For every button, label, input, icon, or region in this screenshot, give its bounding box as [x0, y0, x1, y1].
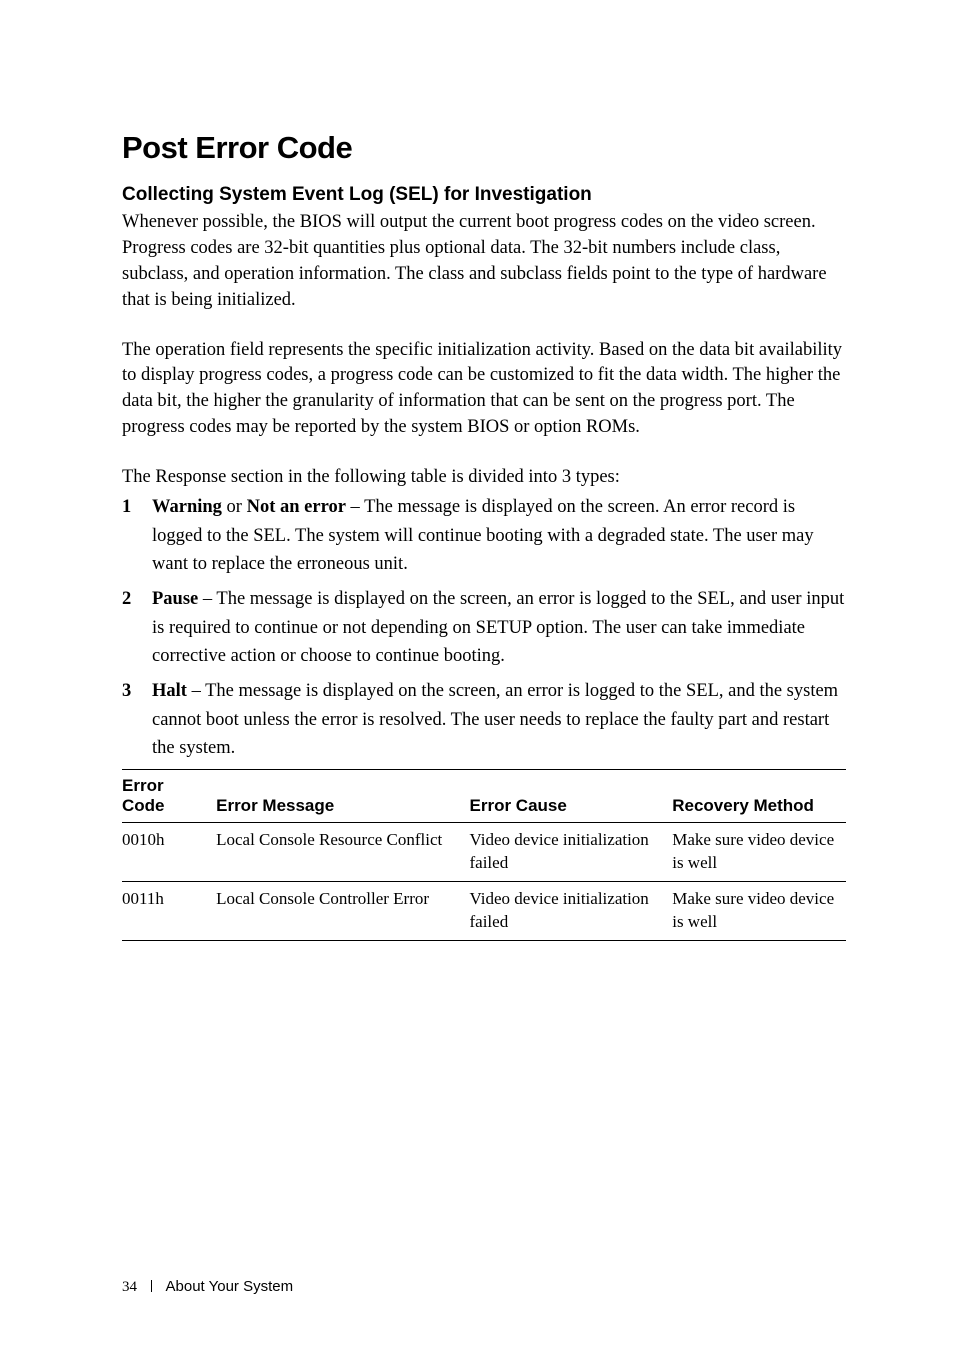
- section-subheading: Collecting System Event Log (SEL) for In…: [122, 184, 846, 206]
- error-code-table: Error Code Error Message Error Cause Rec…: [122, 769, 846, 941]
- list-item-bold: Not an error: [247, 497, 346, 517]
- list-intro: The Response section in the following ta…: [122, 465, 846, 491]
- list-item: Warning or Not an error – The message is…: [122, 493, 846, 579]
- table-header-row: Error Code Error Message Error Cause Rec…: [122, 770, 846, 823]
- page-number: 34: [122, 1279, 137, 1295]
- cell-error-cause: Video device initialization failed: [470, 881, 673, 940]
- cell-error-code: 0011h: [122, 881, 216, 940]
- cell-recovery-method: Make sure video device is well: [672, 881, 846, 940]
- list-item: Halt – The message is displayed on the s…: [122, 677, 846, 763]
- list-item: Pause – The message is displayed on the …: [122, 585, 846, 671]
- cell-error-message: Local Console Controller Error: [216, 881, 469, 940]
- list-item-bold: Warning: [152, 497, 222, 517]
- list-item-text: or: [222, 497, 247, 517]
- header-error-cause: Error Cause: [470, 770, 673, 823]
- paragraph-1: Whenever possible, the BIOS will output …: [122, 210, 846, 314]
- header-error-message: Error Message: [216, 770, 469, 823]
- header-error-code: Error Code: [122, 770, 216, 823]
- list-item-bold: Halt: [152, 681, 187, 701]
- list-item-text: – The message is displayed on the screen…: [152, 589, 844, 666]
- table-row: 0010h Local Console Resource Conflict Vi…: [122, 823, 846, 882]
- cell-error-cause: Video device initialization failed: [470, 823, 673, 882]
- footer-divider: [151, 1280, 152, 1292]
- header-recovery-method: Recovery Method: [672, 770, 846, 823]
- cell-recovery-method: Make sure video device is well: [672, 823, 846, 882]
- page-title: Post Error Code: [122, 130, 846, 166]
- table-row: 0011h Local Console Controller Error Vid…: [122, 881, 846, 940]
- response-types-list: Warning or Not an error – The message is…: [122, 493, 846, 763]
- list-item-bold: Pause: [152, 589, 198, 609]
- list-item-text: – The message is displayed on the screen…: [152, 681, 838, 758]
- page-footer: 34 About Your System: [122, 1278, 293, 1296]
- paragraph-2: The operation field represents the speci…: [122, 338, 846, 442]
- footer-section-name: About Your System: [166, 1278, 294, 1295]
- cell-error-code: 0010h: [122, 823, 216, 882]
- cell-error-message: Local Console Resource Conflict: [216, 823, 469, 882]
